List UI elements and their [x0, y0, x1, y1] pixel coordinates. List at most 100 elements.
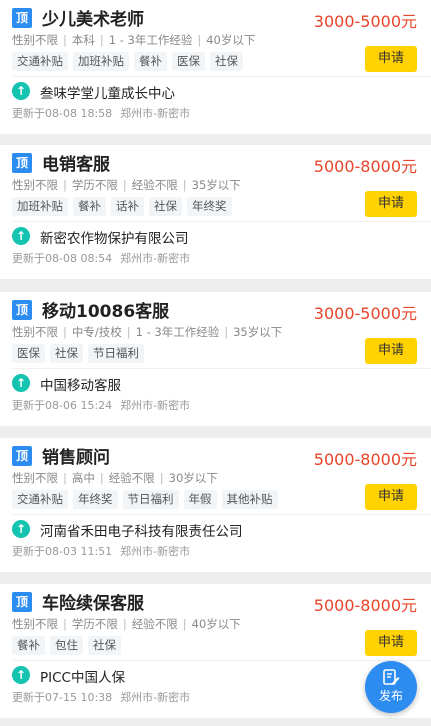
requirement-age: 35岁以下	[191, 178, 241, 192]
benefit-tag: 节日福利	[88, 344, 144, 363]
company-name[interactable]: PICC中国人保	[40, 666, 125, 686]
job-title[interactable]: 电销客服	[42, 150, 110, 175]
job-card[interactable]: 顶 少儿美术老师 3000-5000元 性别不限 | 本科 | 1 - 3年工作经验 | 4…	[0, 0, 431, 134]
job-location: 郑州市-新密市	[120, 691, 191, 704]
job-salary: 3000-5000元	[313, 12, 417, 31]
job-title[interactable]: 移动10086客服	[42, 297, 169, 322]
benefit-tag: 年假	[183, 490, 217, 509]
benefit-tag: 年终奖	[73, 490, 118, 509]
job-salary: 5000-8000元	[313, 157, 417, 176]
benefit-tag: 社保	[210, 52, 243, 71]
card-divider	[12, 221, 431, 222]
job-location: 郑州市-新密市	[120, 252, 191, 265]
edit-icon	[383, 669, 400, 685]
pinned-badge-icon: 顶	[12, 446, 32, 466]
job-location: 郑州市-新密市	[120, 107, 191, 120]
requirement-gender: 性别不限	[12, 178, 58, 192]
benefit-tag: 社保	[50, 344, 83, 363]
benefit-tag: 交通补贴	[12, 490, 68, 509]
benefit-tag: 加班补贴	[73, 52, 129, 71]
job-meta: 更新于08-03 11:51 郑州市-新密市	[12, 543, 190, 559]
apply-button[interactable]: 申请	[365, 338, 417, 364]
job-title[interactable]: 车险续保客服	[42, 589, 144, 614]
requirement-education: 高中	[71, 471, 95, 485]
job-requirements: 性别不限 | 中专/技校 | 1 - 3年工作经验 | 35岁以下	[12, 325, 283, 339]
requirement-age: 40岁以下	[191, 617, 241, 631]
job-requirements: 性别不限 | 高中 | 经验不限 | 30岁以下	[12, 471, 218, 485]
apply-button[interactable]: 申请	[365, 46, 417, 72]
benefit-tag: 餐补	[73, 197, 106, 216]
requirement-age: 40岁以下	[206, 33, 256, 47]
job-card[interactable]: 顶 销售顾问 5000-8000元 性别不限 | 高中 | 经验不限 | 30岁以下 交通补…	[0, 438, 431, 572]
company-name[interactable]: 新密农作物保护有限公司	[40, 227, 189, 247]
benefit-tag: 餐补	[12, 636, 45, 655]
benefit-tag: 其他补贴	[221, 490, 278, 509]
benefit-tag: 餐补	[134, 52, 167, 71]
job-meta: 更新于08-06 15:24 郑州市-新密市	[12, 397, 190, 413]
requirement-age: 35岁以下	[233, 325, 283, 339]
pinned-badge-icon: 顶	[12, 153, 32, 173]
benefit-tag: 包住	[50, 636, 83, 655]
job-requirements: 性别不限 | 本科 | 1 - 3年工作经验 | 40岁以下	[12, 33, 256, 47]
benefit-tag: 话补	[111, 197, 144, 216]
card-divider	[12, 660, 431, 661]
job-meta: 更新于07-15 10:38 郑州市-新密市	[12, 689, 190, 705]
apply-button[interactable]: 申请	[365, 484, 417, 510]
job-list: 顶 少儿美术老师 3000-5000元 性别不限 | 本科 | 1 - 3年工作经验 | 4…	[0, 0, 431, 726]
requirement-education: 本科	[71, 33, 95, 47]
job-meta: 更新于08-08 18:58 郑州市-新密市	[12, 105, 190, 121]
job-title[interactable]: 销售顾问	[42, 443, 110, 468]
requirement-experience: 经验不限	[108, 471, 155, 485]
company-name[interactable]: 河南省禾田电子科技有限责任公司	[40, 520, 243, 540]
benefit-tag: 医保	[172, 52, 205, 71]
apply-button[interactable]: 申请	[365, 191, 417, 217]
requirement-experience: 1 - 3年工作经验	[135, 325, 220, 339]
arrow-up-icon: ↑	[12, 666, 30, 684]
benefit-tag: 加班补贴	[12, 197, 68, 216]
job-salary: 3000-5000元	[313, 304, 417, 323]
updated-time: 更新于08-06 15:24	[12, 399, 113, 412]
job-location: 郑州市-新密市	[120, 545, 191, 558]
job-requirements: 性别不限 | 学历不限 | 经验不限 | 40岁以下	[12, 617, 241, 631]
benefit-tag: 社保	[88, 636, 121, 655]
job-salary: 5000-8000元	[313, 450, 417, 469]
job-title[interactable]: 少儿美术老师	[42, 5, 144, 30]
publish-button[interactable]: 发布	[365, 661, 417, 713]
card-divider	[12, 368, 431, 369]
publish-label: 发布	[378, 689, 403, 703]
benefit-tags: 交通补贴 加班补贴 餐补 医保 社保	[12, 52, 243, 71]
requirement-gender: 性别不限	[12, 471, 58, 485]
requirement-experience: 经验不限	[131, 617, 178, 631]
arrow-up-icon: ↑	[12, 227, 30, 245]
job-salary: 5000-8000元	[313, 596, 417, 615]
updated-time: 更新于08-08 08:54	[12, 252, 113, 265]
requirement-gender: 性别不限	[12, 325, 58, 339]
company-name[interactable]: 中国移动客服	[40, 374, 121, 394]
requirement-age: 30岁以下	[168, 471, 218, 485]
benefit-tag: 医保	[12, 344, 45, 363]
benefit-tags: 餐补 包住 社保	[12, 636, 121, 655]
requirement-experience: 经验不限	[131, 178, 178, 192]
benefit-tag: 交通补贴	[12, 52, 68, 71]
updated-time: 更新于07-15 10:38	[12, 691, 113, 704]
job-location: 郑州市-新密市	[120, 399, 191, 412]
pinned-badge-icon: 顶	[12, 592, 32, 612]
benefit-tag: 年终奖	[187, 197, 232, 216]
arrow-up-icon: ↑	[12, 520, 30, 538]
company-name[interactable]: 叁味学堂儿童成长中心	[40, 82, 175, 102]
requirement-education: 学历不限	[71, 178, 118, 192]
benefit-tag: 社保	[149, 197, 182, 216]
job-requirements: 性别不限 | 学历不限 | 经验不限 | 35岁以下	[12, 178, 241, 192]
requirement-gender: 性别不限	[12, 33, 58, 47]
benefit-tags: 加班补贴 餐补 话补 社保 年终奖	[12, 197, 232, 216]
arrow-up-icon: ↑	[12, 374, 30, 392]
benefit-tag: 节日福利	[122, 490, 179, 509]
pinned-badge-icon: 顶	[12, 300, 32, 320]
updated-time: 更新于08-08 18:58	[12, 107, 113, 120]
benefit-tags: 医保 社保 节日福利	[12, 344, 144, 363]
apply-button[interactable]: 申请	[365, 630, 417, 656]
job-card[interactable]: 顶 移动10086客服 3000-5000元 性别不限 | 中专/技校 | 1 - 3年…	[0, 292, 431, 426]
job-card[interactable]: 顶 电销客服 5000-8000元 性别不限 | 学历不限 | 经验不限 | 35岁以下 加…	[0, 145, 431, 279]
updated-time: 更新于08-03 11:51	[12, 545, 113, 558]
pinned-badge-icon: 顶	[12, 8, 32, 28]
